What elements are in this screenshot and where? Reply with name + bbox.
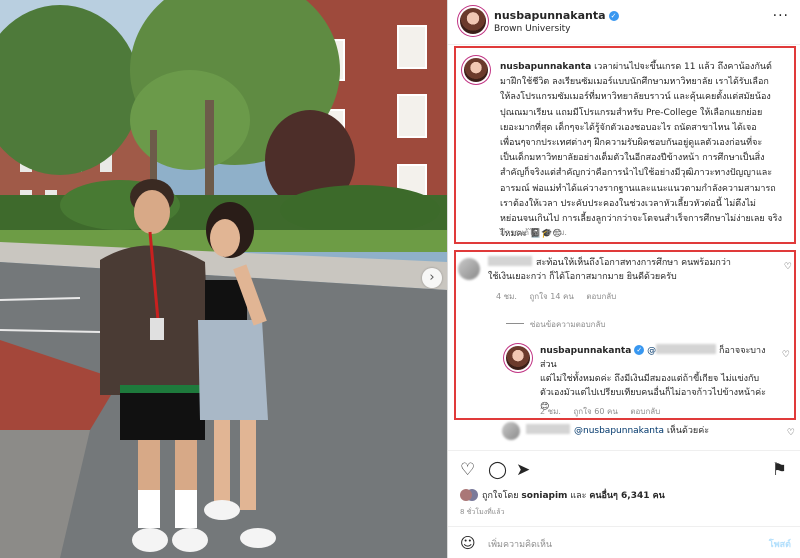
likes-mid: และ xyxy=(570,491,587,501)
likes-prefix: ถูกใจโดย xyxy=(482,491,519,501)
reply-username-blurred[interactable] xyxy=(526,424,570,434)
save-icon[interactable]: ⚑ xyxy=(772,460,787,480)
post-location[interactable]: Brown University xyxy=(494,24,571,34)
reply-text: @nusbapunnakanta เห็นด้วยค่ะ xyxy=(526,424,766,438)
caption-username[interactable]: nusbapunnakanta xyxy=(500,62,591,72)
caption-line: เยอะมากที่สุด เด็กๆจะได้รู้จักตัวเองชอบอ… xyxy=(500,122,757,133)
hide-replies-button[interactable]: ซ่อนข้อความตอบกลับ xyxy=(506,318,606,331)
caption-line: เพื่อนๆจากประเทศต่างๆ ฝึกความรับผิดชอบกั… xyxy=(500,138,763,149)
author-avatar[interactable] xyxy=(460,8,486,34)
more-options-icon[interactable]: ··· xyxy=(773,8,789,24)
reply-time: 2 ชม. xyxy=(540,407,561,416)
share-icon[interactable]: ➤ xyxy=(516,460,530,480)
comment-input[interactable]: เพิ่มความคิดเห็น xyxy=(488,537,552,551)
caption-meta: มีการแก้ไข · 8 ชม. xyxy=(500,228,567,237)
like-icon[interactable]: ♡ xyxy=(460,460,475,480)
liker-avatars xyxy=(460,489,472,501)
caption-text: nusbapunnakanta เวลาผ่านไปจะขึ้นเกรด 11 … xyxy=(500,60,790,242)
reply-mention[interactable]: @ xyxy=(647,346,656,356)
reply-like-icon[interactable]: ♡ xyxy=(787,428,795,438)
comment-icon[interactable]: ◯ xyxy=(488,460,507,480)
reply-avatar[interactable] xyxy=(506,346,530,370)
post-timestamp[interactable]: 8 ชั่วโมงที่แล้ว xyxy=(460,507,505,518)
author-username-text[interactable]: nusbapunnakanta xyxy=(494,9,606,22)
reply-mention[interactable]: @nusbapunnakanta xyxy=(574,426,664,436)
reply-avatar-blurred[interactable] xyxy=(502,422,520,440)
post-header: nusbapunnakanta ✓ Brown University ··· xyxy=(448,0,800,44)
reply-reply-button[interactable]: ตอบกลับ xyxy=(630,407,660,416)
post-actions: ♡ ◯ ➤ ⚑ xyxy=(448,456,800,484)
caption-line: อารมณ์ พ่อแม่ทำได้แค่วางรากฐานและแนะแนวต… xyxy=(500,183,776,194)
caption-line: เราต้องให้เวลา ประคับประคองในช่วงเวลาหัว… xyxy=(500,198,756,209)
add-comment-bar: ☺ เพิ่มความคิดเห็น โพสต์ xyxy=(448,526,800,558)
verified-badge-icon: ✓ xyxy=(608,11,619,21)
reply-like-icon[interactable]: ♡ xyxy=(782,350,790,360)
post-photo-illustration xyxy=(0,0,447,558)
verified-badge-icon: ✓ xyxy=(634,345,645,355)
likes-summary: ถูกใจโดย soniapim และ คนอื่นๆ 6,341 คน xyxy=(460,488,665,502)
author-username[interactable]: nusbapunnakanta ✓ xyxy=(494,9,619,22)
reply-item: @nusbapunnakanta เห็นด้วยค่ะ ♡ xyxy=(494,422,795,444)
caption-line: ปุณณมาเรียน แถมมีโปรแกรมสำหรับ Pre-Colle… xyxy=(500,107,763,118)
likes-others[interactable]: คนอื่นๆ 6,341 คน xyxy=(589,491,664,501)
caption-line: เวลาผ่านไปจะขึ้นเกรด 11 แล้ว ถึงคาน้องกั… xyxy=(594,62,772,72)
header-divider xyxy=(448,44,800,45)
post-comment-button[interactable]: โพสต์ xyxy=(769,537,791,551)
reply-meta: 2 ชม. ถูกใจ 60 คน ตอบกลับ xyxy=(540,405,670,418)
actions-divider xyxy=(448,450,800,451)
post-photo[interactable]: › xyxy=(0,0,447,558)
reply-line: แต่ไม่ใช่ทั้งหมดค่ะ ถึงมีเงินมีสมองแต่ถ้… xyxy=(540,374,760,384)
caption-line: ให้ลงโปรแกรมซัมเมอร์ที่มหาวิทยาลัยบราวน์… xyxy=(500,92,771,103)
caption-avatar[interactable] xyxy=(464,58,488,82)
reply-text: nusbapunnakanta ✓ @ ก็อาจจะบางส่วน แต่ไม่… xyxy=(540,344,780,414)
caption-line: เป็นเด็กมหาวิทยาลัยอย่างเต็มตัวในอีกสองป… xyxy=(500,153,765,164)
reply-line: เห็นด้วยค่ะ xyxy=(666,426,710,436)
likes-user[interactable]: soniapim xyxy=(521,491,567,501)
reply-highlight: ซ่อนข้อความตอบกลับ nusbapunnakanta ✓ @ ก็… xyxy=(454,250,796,420)
reply-username[interactable]: nusbapunnakanta xyxy=(540,346,631,356)
caption-line: หย่อนจนเกินไป การเลี้ยงลูกว่ากว่าจะโตจนส… xyxy=(500,214,783,225)
emoji-icon[interactable]: ☺ xyxy=(460,534,476,552)
next-photo-button[interactable]: › xyxy=(422,268,442,288)
reply-line: ตัวเองมัวแต่ไปเปรียบเทียบคนอื่นก็ไม่อาจก… xyxy=(540,388,767,398)
caption-highlight: nusbapunnakanta เวลาผ่านไปจะขึ้นเกรด 11 … xyxy=(454,46,796,244)
reply-likes[interactable]: ถูกใจ 60 คน xyxy=(573,407,617,416)
caption-line: มาฝึกใช้ชีวิต ลงเรียนซัมเมอร์แบบนักศึกษา… xyxy=(500,77,769,88)
mention-blurred xyxy=(656,344,717,354)
caption-line: สำคัญก็จริงแต่สำคัญกว่าคือการนำไปใช้อย่า… xyxy=(500,168,773,179)
post-sidebar: nusbapunnakanta ✓ Brown University ··· nu… xyxy=(447,0,800,558)
